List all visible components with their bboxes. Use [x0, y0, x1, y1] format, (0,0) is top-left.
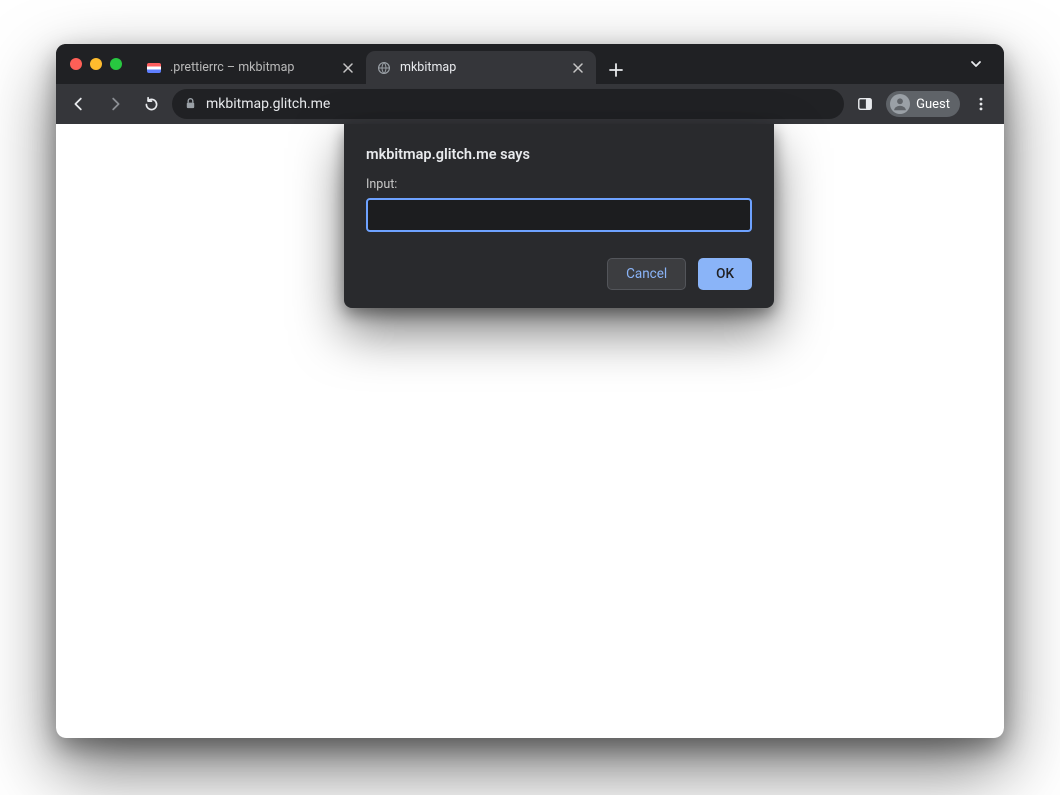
window-close-button[interactable] — [70, 58, 82, 70]
dialog-button-row: Cancel OK — [366, 258, 752, 290]
lock-icon — [184, 97, 198, 111]
dialog-input[interactable] — [366, 198, 752, 232]
back-button[interactable] — [64, 89, 94, 119]
tab-close-button[interactable] — [570, 60, 586, 76]
cancel-button[interactable]: Cancel — [607, 258, 686, 290]
window-minimize-button[interactable] — [90, 58, 102, 70]
side-panel-button[interactable] — [850, 89, 880, 119]
tab-close-button[interactable] — [340, 60, 356, 76]
address-text: mkbitmap.glitch.me — [206, 96, 330, 112]
ok-button-label: OK — [716, 266, 734, 282]
js-prompt-dialog: mkbitmap.glitch.me says Input: Cancel OK — [344, 124, 774, 308]
tab-title: mkbitmap — [400, 60, 562, 75]
tab-mkbitmap[interactable]: mkbitmap — [366, 51, 596, 84]
forward-button[interactable] — [100, 89, 130, 119]
glitch-favicon-icon — [146, 60, 162, 76]
tab-strip: .prettierrc – mkbitmap mkbitmap — [136, 44, 630, 84]
titlebar: .prettierrc – mkbitmap mkbitmap — [56, 44, 1004, 84]
new-tab-button[interactable] — [602, 56, 630, 84]
window-controls — [70, 58, 122, 70]
tab-prettierrc[interactable]: .prettierrc – mkbitmap — [136, 51, 366, 84]
ok-button[interactable]: OK — [698, 258, 752, 290]
reload-button[interactable] — [136, 89, 166, 119]
profile-label: Guest — [916, 97, 950, 112]
globe-icon — [376, 60, 392, 76]
cancel-button-label: Cancel — [626, 266, 667, 282]
tab-overflow-button[interactable] — [962, 50, 990, 78]
profile-chip[interactable]: Guest — [886, 91, 960, 117]
address-bar[interactable]: mkbitmap.glitch.me — [172, 89, 844, 119]
dialog-label: Input: — [366, 177, 752, 192]
dialog-origin: mkbitmap.glitch.me says — [366, 146, 752, 163]
browser-window: .prettierrc – mkbitmap mkbitmap — [56, 44, 1004, 738]
toolbar: mkbitmap.glitch.me Guest — [56, 84, 1004, 124]
window-maximize-button[interactable] — [110, 58, 122, 70]
kebab-menu-button[interactable] — [966, 89, 996, 119]
avatar-icon — [890, 94, 910, 114]
tab-title: .prettierrc – mkbitmap — [170, 60, 332, 75]
